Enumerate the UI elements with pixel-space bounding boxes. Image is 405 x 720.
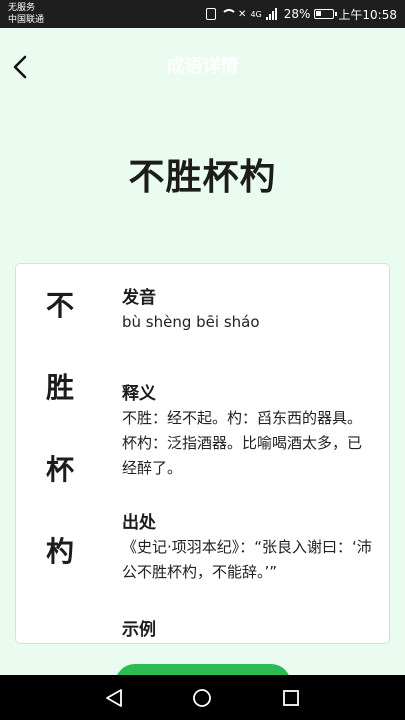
pronunciation-title: 发音 — [122, 288, 156, 308]
example-section: 示例 — [122, 618, 156, 642]
network-type: 4G — [250, 9, 262, 19]
status-icons: ✕ 4G 28% 上午10:58 — [206, 5, 397, 23]
vertical-idiom: 不 胜 杯 杓 — [46, 286, 86, 614]
square-recents-icon — [282, 689, 299, 706]
signal-icon — [265, 8, 280, 20]
triangle-back-icon — [106, 688, 123, 707]
wifi-icon — [220, 8, 238, 20]
source-title: 出处 — [122, 513, 156, 533]
carrier-line1: 无服务 — [8, 3, 36, 13]
battery-icon — [314, 9, 338, 19]
pronunciation-section: 发音 bù shèng bēi sháo — [122, 286, 260, 335]
definition-section: 释义 不胜：经不起。杓：舀东西的器具。杯杓：泛指酒器。比喻喝酒太多，已经醉了。 — [122, 382, 372, 481]
pronunciation-text: bù shèng bēi sháo — [122, 313, 260, 331]
idiom-detail-card: 不 胜 杯 杓 发音 bù shèng bēi sháo 释义 不胜：经不起。杓… — [15, 263, 390, 644]
idiom-char: 杓 — [46, 535, 75, 568]
navigation-bar — [0, 675, 405, 720]
idiom-char: 不 — [46, 289, 75, 322]
source-text: 《史记·项羽本纪》：“张良入谢曰：‘沛公不胜杯杓，不能辞。’” — [122, 538, 372, 581]
page-title: 成语详情 — [166, 56, 239, 77]
nav-recents-button[interactable] — [276, 683, 306, 713]
app-header: 成语详情 — [0, 28, 405, 104]
example-title: 示例 — [122, 620, 156, 640]
carrier-line2: 中国联通 — [8, 15, 45, 25]
definition-text: 不胜：经不起。杓：舀东西的器具。杯杓：泛指酒器。比喻喝酒太多，已经醉了。 — [122, 409, 363, 477]
nav-back-button[interactable] — [99, 683, 129, 713]
battery-percent: 28% — [283, 7, 311, 21]
no-signal-icon: ✕ — [238, 8, 247, 20]
source-section: 出处 《史记·项羽本纪》：“张良入谢曰：‘沛公不胜杯杓，不能辞。’” — [122, 511, 372, 585]
status-bar: 无服务 中国联通 ✕ 4G 28% 上午10:58 — [0, 0, 405, 28]
clock: 上午10:58 — [338, 7, 397, 22]
definition-title: 释义 — [122, 384, 156, 404]
nav-home-button[interactable] — [187, 683, 217, 713]
circle-home-icon — [193, 688, 212, 707]
vibrate-icon — [206, 8, 217, 20]
idiom-char: 杯 — [46, 453, 75, 486]
carrier-info: 无服务 中国联通 — [8, 2, 44, 26]
idiom-heading: 不胜杯杓 — [128, 157, 277, 198]
idiom-char: 胜 — [46, 371, 75, 404]
